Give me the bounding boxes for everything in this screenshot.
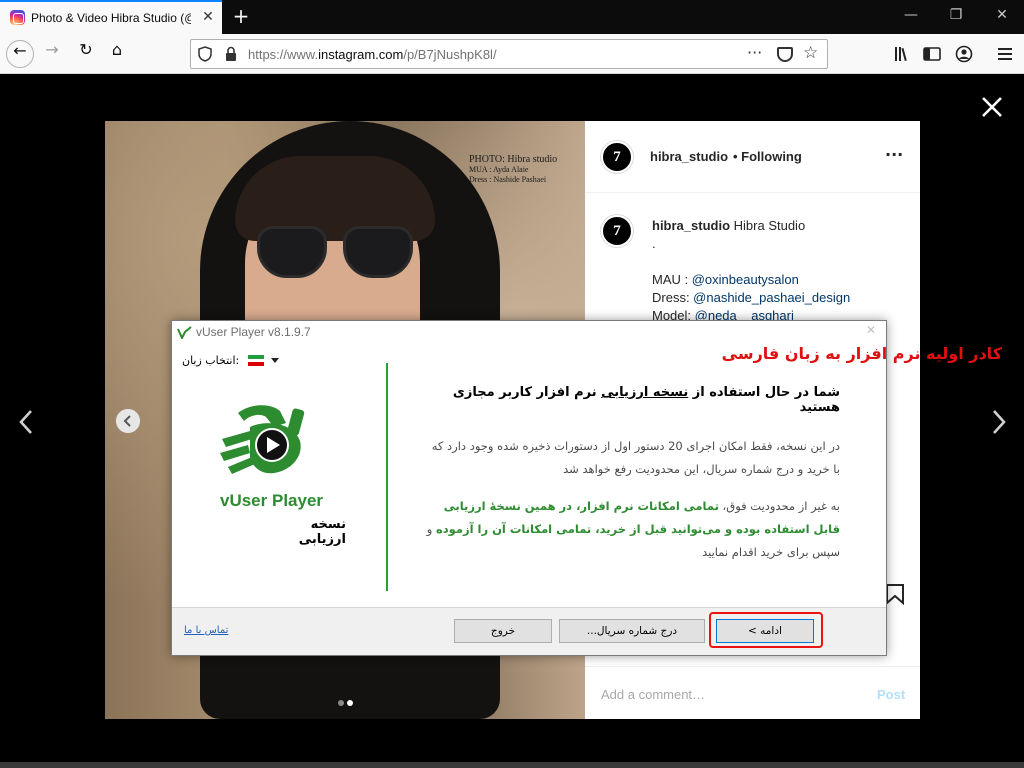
caption-name: Hibra Studio: [733, 218, 806, 233]
sunglasses-left-lens: [257, 226, 327, 278]
caption-dress-label: Dress:: [652, 290, 694, 305]
dialog-title: vUser Player v8.1.9.7: [196, 325, 311, 339]
language-label: انتخاب زبان:: [182, 354, 240, 367]
bottom-strip: [0, 762, 1024, 768]
bookmark-icon[interactable]: [885, 583, 905, 605]
caption-avatar[interactable]: 7: [601, 215, 633, 247]
mau-link[interactable]: @oxinbeautysalon: [692, 272, 799, 287]
library-icon[interactable]: [891, 43, 913, 65]
carousel-dot-active: [347, 700, 353, 706]
next-post-icon[interactable]: [988, 407, 1010, 437]
instagram-favicon-icon: [10, 10, 25, 25]
dialog-heading: شما در حال استفاده از نسخه ارزیابی نرم ا…: [452, 385, 840, 415]
add-comment-bar: Add a comment… Post: [585, 666, 920, 719]
continue-highlight-annotation: [709, 612, 823, 648]
bookmark-star-icon[interactable]: ☆: [803, 43, 818, 63]
iran-flag-icon: [248, 355, 264, 366]
pocket-icon[interactable]: [777, 47, 793, 62]
post-options-icon[interactable]: ···: [885, 145, 903, 164]
new-tab-button[interactable]: +: [230, 5, 252, 27]
close-icon[interactable]: [978, 93, 1006, 121]
avatar[interactable]: 7: [601, 141, 633, 173]
following-label[interactable]: • Following: [733, 149, 802, 164]
previous-image-button[interactable]: [116, 409, 140, 433]
tab-close-button[interactable]: ✕: [200, 9, 216, 25]
browser-navbar: ← → ↻ ⌂ https://www.instagram.com/p/B7jN…: [0, 34, 1024, 74]
vuser-dialog: vUser Player v8.1.9.7 ✕ انتخاب زبان: vUs…: [171, 320, 887, 656]
carousel-dot: [338, 700, 344, 706]
photo-credit: PHOTO: Hibra studio MUA : Ayda Alaie Dre…: [469, 154, 558, 185]
url-text[interactable]: https://www.instagram.com/p/B7jNushpK8l/: [248, 47, 497, 62]
page-actions-icon[interactable]: ···: [747, 43, 762, 62]
dialog-close-button[interactable]: ✕: [866, 323, 876, 337]
browser-tab[interactable]: Photo & Video Hibra Studio (@ ✕: [0, 0, 222, 34]
previous-post-icon[interactable]: [15, 407, 37, 437]
dialog-divider: [386, 363, 388, 591]
window-close-button[interactable]: ✕: [990, 4, 1014, 26]
post-caption: hibra_studio Hibra Studio . MAU : @oxinb…: [652, 217, 902, 325]
exit-button[interactable]: خروج: [454, 619, 552, 643]
edition-label: نسخه ارزیابی: [298, 517, 346, 547]
home-button[interactable]: ⌂: [103, 40, 131, 68]
forward-button[interactable]: →: [38, 40, 66, 68]
limitation-paragraph: در این نسخه، فقط امکان اجرای 20 دستور او…: [431, 439, 840, 476]
reload-button[interactable]: ↻: [72, 40, 100, 68]
caption-dot: .: [652, 236, 656, 251]
chevron-down-icon: [271, 358, 279, 363]
add-comment-input[interactable]: Add a comment…: [601, 687, 705, 702]
caption-username[interactable]: hibra_studio: [652, 218, 730, 233]
account-icon[interactable]: [953, 43, 975, 65]
back-button[interactable]: ←: [6, 40, 34, 68]
language-select[interactable]: [244, 351, 284, 369]
enter-serial-button[interactable]: درج شماره سریال...: [559, 619, 705, 643]
url-bar[interactable]: https://www.instagram.com/p/B7jNushpK8l/…: [190, 39, 828, 69]
minimize-button[interactable]: —: [899, 4, 923, 26]
restore-button[interactable]: ❐: [944, 4, 968, 26]
tracking-shield-icon[interactable]: [198, 46, 212, 62]
caption-mau-label: MAU :: [652, 272, 692, 287]
annotation-text: کادر اولیه نرم افزار به زبان فارسی: [721, 344, 1002, 363]
browser-titlebar: Photo & Video Hibra Studio (@ ✕ + — ❐ ✕: [0, 0, 1024, 34]
post-comment-button[interactable]: Post: [877, 687, 905, 702]
menu-icon[interactable]: [994, 43, 1016, 65]
contact-us-link[interactable]: تماس با ما: [184, 625, 228, 636]
features-paragraph: به غیر از محدودیت فوق، تمامی امکانات نرم…: [426, 499, 840, 559]
vuser-app-icon: [177, 326, 192, 339]
post-username[interactable]: hibra_studio: [650, 149, 728, 164]
sunglasses-right-lens: [343, 226, 413, 278]
tab-title: Photo & Video Hibra Studio (@: [31, 11, 191, 25]
post-header: 7 hibra_studio • Following ···: [585, 121, 920, 193]
dialog-body: شما در حال استفاده از نسخه ارزیابی نرم ا…: [422, 385, 840, 564]
vuser-robot-hand-logo-icon: [220, 405, 305, 474]
sidebar-icon[interactable]: [921, 43, 943, 65]
lock-icon[interactable]: [224, 46, 238, 62]
product-name: vUser Player: [220, 491, 324, 510]
dress-link[interactable]: @nashide_pashaei_design: [693, 290, 850, 305]
